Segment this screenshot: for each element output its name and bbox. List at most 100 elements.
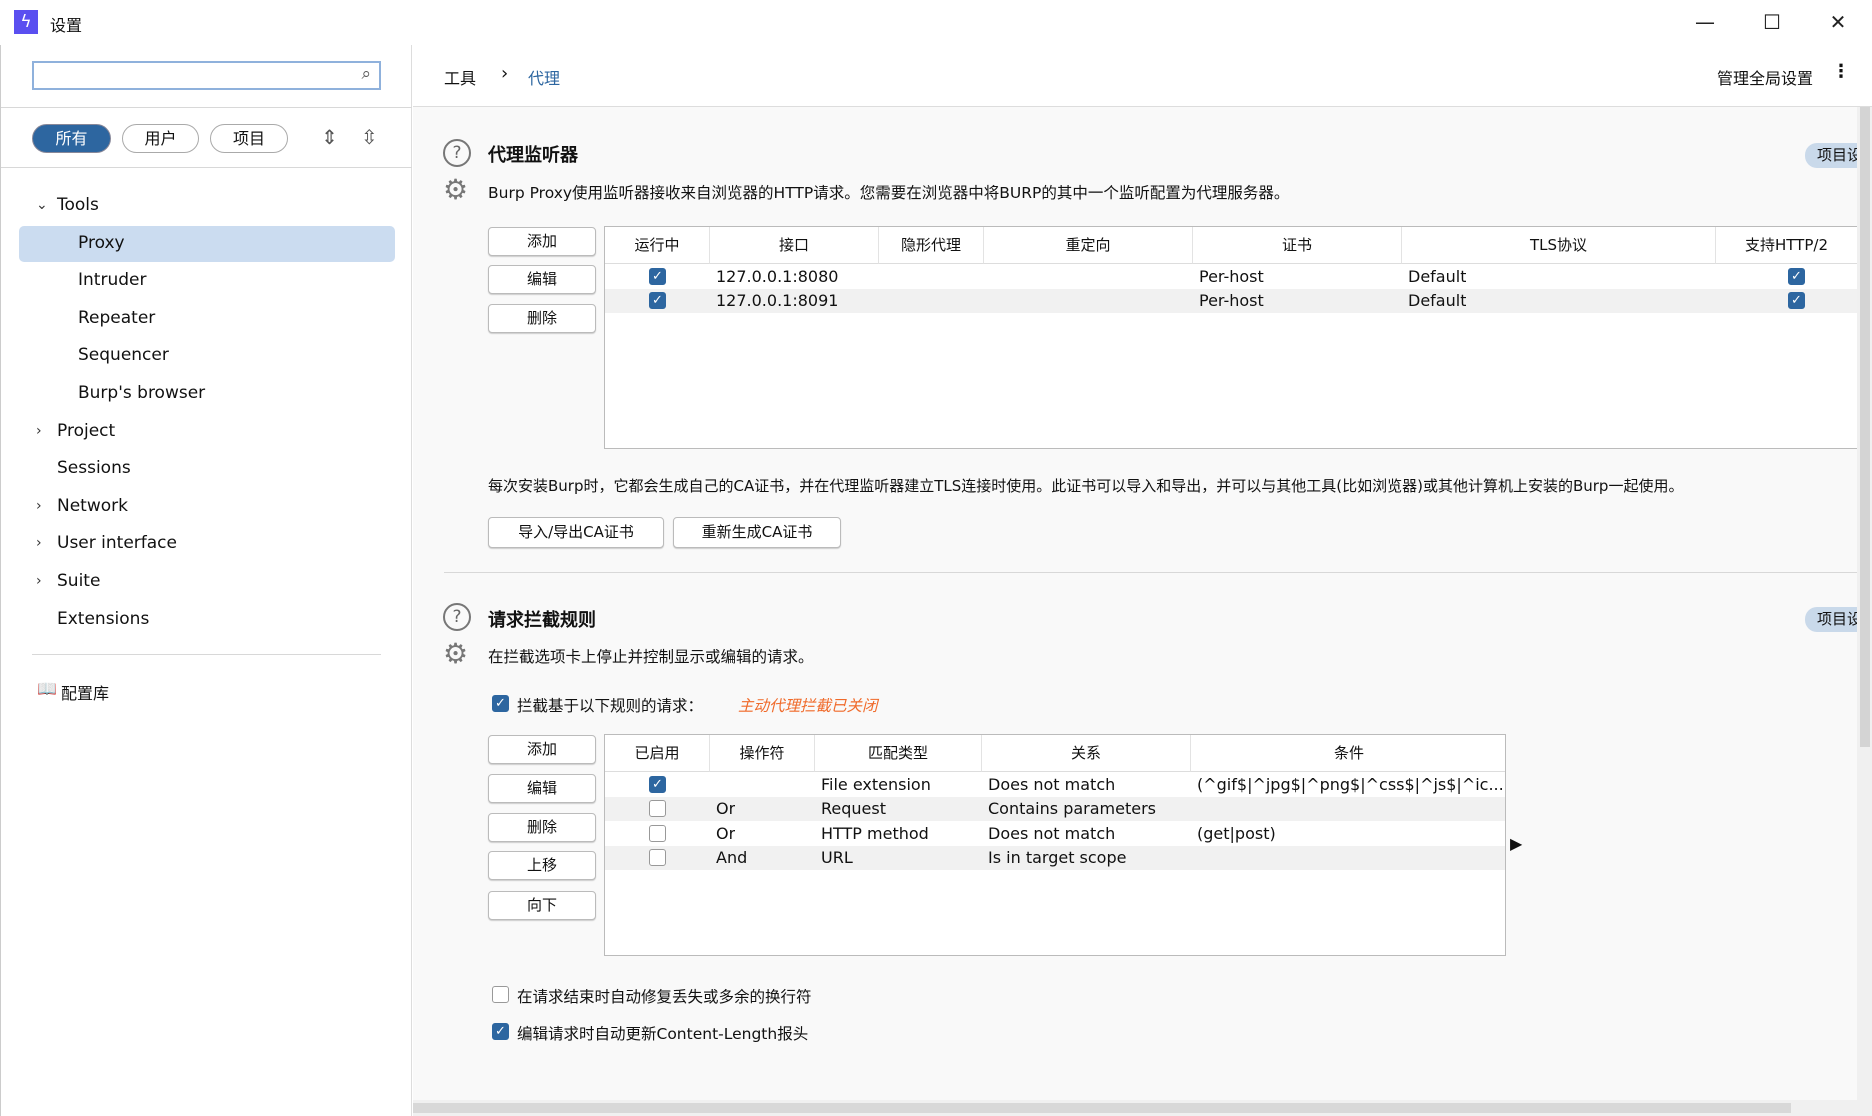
expand-arrow-icon[interactable]: ▶ bbox=[1510, 834, 1522, 853]
column-header[interactable]: 条件 bbox=[1191, 735, 1506, 772]
table-row[interactable]: And URL Is in target scope bbox=[605, 846, 1505, 870]
help-icon[interactable]: ? bbox=[443, 139, 471, 167]
horizontal-scrollbar[interactable] bbox=[413, 1100, 1872, 1116]
column-header[interactable]: 运行中 bbox=[605, 227, 710, 264]
column-header[interactable]: 操作符 bbox=[710, 735, 815, 772]
edit-rule-button[interactable]: 编辑 bbox=[488, 774, 596, 803]
chevron-right-icon[interactable]: › bbox=[36, 525, 42, 561]
move-down-button[interactable]: 向下 bbox=[488, 891, 596, 920]
minimize-button[interactable]: — bbox=[1685, 8, 1725, 36]
running-checkbox[interactable]: ✓ bbox=[649, 292, 666, 309]
sidebar-item-proxy[interactable]: Proxy bbox=[0, 225, 412, 261]
sidebar-item-label: User interface bbox=[57, 525, 177, 561]
sidebar-item-extensions[interactable]: Extensions bbox=[0, 601, 412, 637]
table-row[interactable]: ✓127.0.0.1:8080Per-hostDefault✓ bbox=[605, 265, 1857, 289]
chevron-down-icon[interactable]: ⌄ bbox=[36, 187, 48, 223]
rule-enabled-checkbox[interactable] bbox=[649, 849, 666, 866]
sidebar-item-label: Project bbox=[57, 413, 115, 449]
intercept-enabled-checkbox[interactable]: ✓ bbox=[492, 695, 509, 712]
filter-all[interactable]: 所有 bbox=[32, 124, 111, 153]
divider bbox=[32, 654, 381, 655]
table-row[interactable]: OrRequestContains parameters bbox=[605, 797, 1505, 821]
edit-listener-button[interactable]: 编辑 bbox=[488, 265, 596, 294]
maximize-button[interactable]: ☐ bbox=[1752, 8, 1792, 36]
match-type-cell: URL bbox=[821, 846, 853, 870]
sidebar-item-sequencer[interactable]: Sequencer bbox=[0, 337, 412, 373]
match-type-cell: Request bbox=[821, 797, 886, 821]
gear-icon[interactable]: ⚙ bbox=[443, 640, 468, 668]
filter-project[interactable]: 项目 bbox=[210, 124, 288, 153]
column-header[interactable]: 证书 bbox=[1193, 227, 1402, 264]
project-settings-badge[interactable]: 项目设置 bbox=[1805, 607, 1857, 632]
library-link[interactable]: 配置库 bbox=[61, 680, 109, 704]
fix-newlines-checkbox[interactable] bbox=[492, 986, 509, 1003]
close-button[interactable]: ✕ bbox=[1818, 8, 1858, 36]
sidebar-item-user-interface[interactable]: › User interface bbox=[0, 525, 412, 561]
add-rule-button[interactable]: 添加 bbox=[488, 735, 596, 764]
table-row[interactable]: ✓127.0.0.1:8091Per-hostDefault✓ bbox=[605, 289, 1857, 313]
expand-all-icon[interactable]: ⇕ bbox=[321, 125, 338, 149]
table-row[interactable]: OrHTTP methodDoes not match(get|post) bbox=[605, 822, 1505, 846]
breadcrumb-proxy[interactable]: 代理 bbox=[528, 65, 560, 89]
scrollbar-thumb[interactable] bbox=[1860, 107, 1870, 747]
sidebar-item-suite[interactable]: ›Suite bbox=[0, 563, 412, 599]
collapse-all-icon[interactable]: ⇳ bbox=[361, 125, 378, 149]
column-header[interactable]: 关系 bbox=[982, 735, 1191, 772]
manage-global-settings[interactable]: 管理全局设置 bbox=[1717, 65, 1813, 89]
move-up-button[interactable]: 上移 bbox=[488, 851, 596, 880]
tls-cell: Default bbox=[1408, 265, 1466, 289]
project-settings-badge[interactable]: 项目设置 bbox=[1805, 143, 1857, 168]
listeners-table: 运行中 接口 隐形代理 重定向 证书 TLS协议 支持HTTP/2 ✓127.0… bbox=[604, 226, 1857, 449]
sidebar-item-burp-s-browser[interactable]: Burp's browser bbox=[0, 375, 412, 411]
condition-cell: (get|post) bbox=[1197, 822, 1503, 846]
import-export-ca-button[interactable]: 导入/导出CA证书 bbox=[488, 517, 664, 548]
remove-listener-button[interactable]: 删除 bbox=[488, 304, 596, 333]
column-header[interactable]: 重定向 bbox=[984, 227, 1193, 264]
search-field[interactable] bbox=[38, 63, 338, 87]
intercept-status: 主动代理拦截已关闭 bbox=[738, 694, 878, 716]
column-header[interactable]: 隐形代理 bbox=[879, 227, 984, 264]
operator-cell: And bbox=[716, 846, 747, 870]
http2-checkbox[interactable]: ✓ bbox=[1788, 292, 1805, 309]
remove-rule-button[interactable]: 删除 bbox=[488, 813, 596, 842]
vertical-scrollbar[interactable] bbox=[1857, 107, 1872, 1100]
regenerate-ca-button[interactable]: 重新生成CA证书 bbox=[673, 517, 841, 548]
http2-checkbox[interactable]: ✓ bbox=[1788, 268, 1805, 285]
column-header[interactable]: 已启用 bbox=[605, 735, 710, 772]
sidebar-item-network[interactable]: ›Network bbox=[0, 488, 412, 524]
gear-icon[interactable]: ⚙ bbox=[443, 176, 468, 204]
breadcrumb-tools[interactable]: 工具 bbox=[444, 65, 476, 89]
relationship-cell: Is in target scope bbox=[988, 846, 1126, 870]
sidebar-item-project[interactable]: › Project bbox=[0, 413, 412, 449]
scrollbar-thumb[interactable] bbox=[413, 1103, 1791, 1113]
section-title: 代理监听器 bbox=[488, 141, 578, 167]
search-input[interactable]: ⌕ bbox=[32, 61, 381, 90]
running-checkbox[interactable]: ✓ bbox=[649, 268, 666, 285]
update-content-length-checkbox[interactable]: ✓ bbox=[492, 1023, 509, 1040]
app-logo-icon: ϟ bbox=[14, 10, 38, 34]
sidebar-item-label: Tools bbox=[57, 187, 99, 223]
sidebar-item-intruder[interactable]: Intruder bbox=[0, 262, 412, 298]
column-header[interactable]: 接口 bbox=[710, 227, 879, 264]
add-listener-button[interactable]: 添加 bbox=[488, 227, 596, 256]
column-header[interactable]: 支持HTTP/2 bbox=[1716, 227, 1857, 264]
help-icon[interactable]: ? bbox=[443, 603, 471, 631]
sidebar-item-tools[interactable]: ⌄Tools bbox=[0, 187, 412, 223]
column-header[interactable]: 匹配类型 bbox=[815, 735, 982, 772]
rule-enabled-checkbox[interactable] bbox=[649, 825, 666, 842]
sidebar-item-sessions[interactable]: Sessions bbox=[0, 450, 412, 486]
rule-enabled-checkbox[interactable] bbox=[649, 800, 666, 817]
chevron-right-icon[interactable]: › bbox=[36, 413, 42, 449]
sidebar-item-repeater[interactable]: Repeater bbox=[0, 300, 412, 336]
chevron-right-icon[interactable]: › bbox=[36, 563, 42, 599]
more-options-icon[interactable]: ⋮ bbox=[1832, 61, 1850, 82]
filter-user[interactable]: 用户 bbox=[122, 124, 199, 153]
operator-cell: Or bbox=[716, 822, 735, 846]
rule-enabled-checkbox[interactable]: ✓ bbox=[649, 776, 666, 793]
sidebar-item-label: Intruder bbox=[78, 262, 146, 298]
column-header[interactable]: TLS协议 bbox=[1402, 227, 1716, 264]
table-row[interactable]: ✓File extensionDoes not match(^gif$|^jpg… bbox=[605, 773, 1505, 797]
chevron-right-icon[interactable]: › bbox=[36, 488, 42, 524]
sidebar-item-label: Sessions bbox=[57, 450, 131, 486]
certificate-cell: Per-host bbox=[1199, 289, 1264, 313]
